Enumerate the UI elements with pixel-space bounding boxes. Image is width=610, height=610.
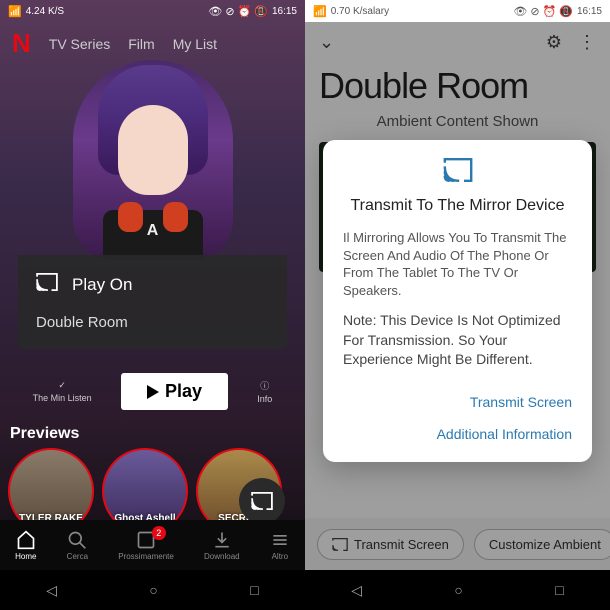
collapse-chevron-icon[interactable]: ⌄: [319, 32, 334, 53]
play-icon: [147, 385, 159, 399]
cast-settings-screen: 📶 0.70 K/salary 👁⊘⏰📵 16:15 ⌄ ⚙ ⋮ Double …: [305, 0, 610, 610]
mylist-action[interactable]: ✓ The Min Listen: [33, 380, 92, 403]
dialog-note: Note: This Device Is Not Optimized For T…: [343, 311, 572, 370]
transmit-screen-link[interactable]: Transmit Screen: [343, 386, 572, 418]
clock: 16:15: [272, 6, 297, 17]
device-title: Double Room: [305, 63, 610, 109]
cast-overlay[interactable]: Play On Double Room: [18, 255, 287, 349]
netflix-header: N TV Series Film My List: [0, 22, 305, 65]
gear-icon[interactable]: ⚙: [546, 32, 562, 53]
clock: 16:15: [577, 6, 602, 17]
nav-more[interactable]: Altro: [270, 530, 290, 561]
hero-artwork: A: [43, 60, 263, 280]
nav-search[interactable]: Cerca: [67, 530, 88, 561]
nav-soon[interactable]: 2 Prossimamente: [118, 530, 174, 561]
info-action[interactable]: ⓘ Info: [257, 379, 272, 404]
cast-icon: [343, 158, 572, 187]
nav-download[interactable]: Download: [204, 530, 240, 561]
additional-info-link[interactable]: Additional Information: [343, 418, 572, 450]
play-on-label: Play On: [72, 275, 132, 295]
android-nav-right: ◁ ○ □: [305, 570, 610, 610]
status-bar-right: 📶 0.70 K/salary 👁⊘⏰📵 16:15: [305, 0, 610, 22]
home-button[interactable]: ○: [454, 582, 462, 598]
content-subtitle: Ambient Content Shown: [305, 113, 610, 130]
cast-icon: [36, 273, 58, 296]
nav-film[interactable]: Film: [128, 36, 154, 52]
cast-fab[interactable]: [239, 478, 285, 524]
hero-actions: ✓ The Min Listen Play ⓘ Info: [0, 373, 305, 410]
signal-icon: 📶: [8, 5, 22, 18]
recents-button[interactable]: □: [250, 582, 258, 598]
badge-count: 2: [152, 526, 166, 540]
info-icon: ⓘ: [260, 379, 269, 392]
more-icon[interactable]: ⋮: [578, 32, 596, 53]
bottom-nav: Home Cerca 2 Prossimamente Download Altr…: [0, 520, 305, 570]
status-icons: 👁⊘⏰📵: [513, 5, 573, 18]
nav-mylist[interactable]: My List: [173, 36, 217, 52]
recents-button[interactable]: □: [555, 582, 563, 598]
play-button[interactable]: Play: [121, 373, 228, 410]
back-button[interactable]: ◁: [46, 582, 57, 599]
mirror-dialog: Transmit To The Mirror Device Il Mirrori…: [323, 140, 592, 462]
netflix-logo[interactable]: N: [12, 28, 31, 59]
chip-row: Transmit Screen Customize Ambient: [305, 518, 610, 570]
signal-icon: 📶: [313, 5, 327, 18]
cast-device-name[interactable]: Double Room: [36, 314, 269, 331]
network-speed: 4.24 K/S: [26, 6, 64, 17]
network-speed: 0.70 K/salary: [331, 6, 389, 17]
transmit-chip[interactable]: Transmit Screen: [317, 529, 464, 560]
nav-tvseries[interactable]: TV Series: [49, 36, 110, 52]
status-bar-left: 📶 4.24 K/S 👁⊘⏰📵 16:15: [0, 0, 305, 22]
previews-heading: Previews: [10, 425, 79, 443]
check-icon: ✓: [58, 380, 66, 391]
home-button[interactable]: ○: [149, 582, 157, 598]
dialog-body: Il Mirroring Allows You To Transmit The …: [343, 229, 572, 299]
status-icons: 👁⊘⏰📵: [208, 5, 268, 18]
customize-chip[interactable]: Customize Ambient: [474, 529, 610, 560]
android-nav-left: ◁ ○ □: [0, 570, 305, 610]
dialog-title: Transmit To The Mirror Device: [343, 197, 572, 215]
netflix-screen: 📶 4.24 K/S 👁⊘⏰📵 16:15 N TV Series Film M…: [0, 0, 305, 610]
nav-home[interactable]: Home: [15, 530, 36, 561]
back-button[interactable]: ◁: [351, 582, 362, 599]
